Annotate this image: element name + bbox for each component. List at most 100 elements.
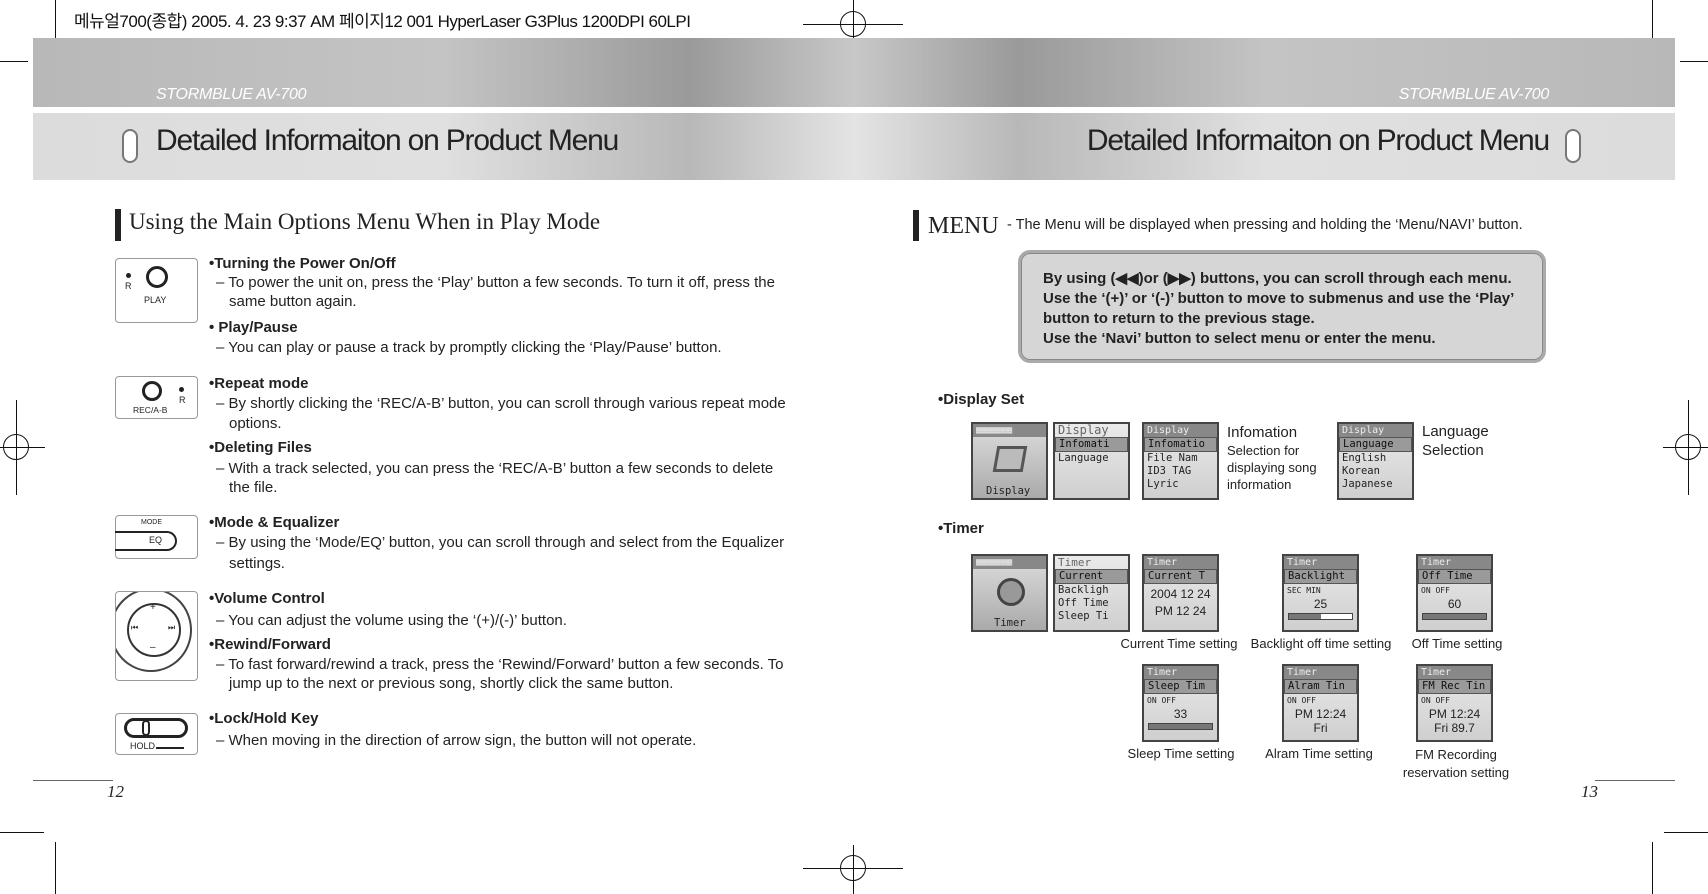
page-number-left: 12 (107, 782, 124, 801)
lcd-row: Backligh (1058, 584, 1109, 596)
lcd-value: PM 12:24 (1428, 707, 1481, 721)
lcd-row: Sleep Tim (1144, 679, 1217, 694)
lcd-title: Display (1144, 424, 1217, 437)
item-title: •Turning the Power On/Off (209, 255, 396, 272)
crop-mark (1663, 447, 1708, 448)
item-title: • Play/Pause (209, 319, 298, 336)
lcd-screen-backlight: Timer Backlight SEC MIN 25 (1282, 554, 1359, 632)
dot-icon (126, 273, 131, 278)
rec-label: REC/A-B (133, 405, 168, 415)
lcd-row: Infomati (1055, 437, 1128, 452)
lcd-screen-timer-menu: Timer Current Backligh Off Time Sleep Ti (1053, 554, 1130, 632)
section-bar (913, 210, 919, 241)
lcd-title: Timer (1144, 666, 1217, 679)
backlight-level-fill (1289, 614, 1321, 619)
menu-description: - The Menu will be displayed when pressi… (1007, 217, 1523, 233)
eq-slider-icon (115, 531, 177, 551)
lcd-row: File Nam (1147, 452, 1198, 464)
section-bar (115, 209, 121, 241)
lcd-value: 33 (1173, 707, 1188, 721)
section-title: Using the Main Options Menu When in Play… (129, 209, 601, 234)
lcd-status-bar: ▦▦▦▦▦▦ (973, 556, 1046, 569)
lcd-row: Off Time (1418, 569, 1491, 584)
lcd-row: Korean (1342, 465, 1380, 477)
item-desc: – To power the unit on, press the ‘Play’… (216, 274, 775, 291)
lcd-screen-display-icon: ▦▦▦▦▦▦ Display (971, 422, 1048, 500)
item-desc: – When moving in the direction of arrow … (216, 732, 697, 749)
volume-wheel-icon: + – ⏮ ⏭ (115, 591, 198, 681)
backlight-level-bar (1288, 613, 1353, 620)
lcd-screen-information: Display Infomatio File Nam ID3 TAG Lyric (1142, 422, 1219, 500)
lcd-row: Lyric (1147, 478, 1179, 490)
desc-line: When moving in the direction of arrow si… (228, 732, 697, 749)
play-button-icon: R PLAY (115, 258, 198, 323)
item-title: •Repeat mode (209, 375, 309, 392)
pill-icon (1565, 129, 1581, 163)
crop-mark (1688, 400, 1689, 495)
display-set-heading: •Display Set (938, 391, 1025, 408)
rewind-icon: ⏮ (131, 623, 139, 632)
desc-line: With a track selected, you can press the… (228, 460, 774, 477)
crop-mark (55, 842, 56, 894)
caption-off-time: Off Time setting (1411, 636, 1503, 651)
lcd-row: Current T (1144, 569, 1217, 584)
heading-text: Timer (943, 520, 984, 537)
item-desc: – By shortly clicking the ‘REC/A-B’ butt… (216, 395, 786, 412)
lcd-screen-display-menu: Display Infomati Language (1053, 422, 1130, 500)
arrow-icon (156, 747, 184, 749)
lcd-row: SEC MIN (1287, 586, 1321, 595)
mode-label: MODE (141, 519, 162, 526)
lcd-value: Fri (1313, 721, 1328, 735)
lcd-title: Timer (1418, 556, 1491, 569)
mode-eq-button-icon: MODE EQ (115, 515, 198, 559)
crop-mark (1652, 842, 1653, 894)
item-title: •Deleting Files (209, 439, 312, 456)
plus-icon: + (150, 602, 156, 613)
item-title: •Mode & Equalizer (209, 514, 340, 531)
brand-right: STORMBLUE AV-700 (1398, 86, 1550, 103)
item-desc: – By using the ‘Mode/EQ’ button, you can… (216, 534, 785, 551)
lcd-row: ON OFF (1147, 696, 1176, 705)
lcd-row: Alram Tin (1284, 679, 1357, 694)
item-title: •Volume Control (209, 590, 325, 607)
item-desc: – With a track selected, you can press t… (216, 460, 774, 477)
item-title-text: Rewind/Forward (214, 636, 331, 653)
print-header: 메뉴얼700(종합) 2005. 4. 23 9:37 AM 페이지12 001… (74, 12, 691, 31)
item-title-text: Turning the Power On/Off (214, 255, 396, 272)
lcd-row: Timer (994, 617, 1026, 629)
caption-backlight: Backlight off time setting (1250, 636, 1392, 651)
hold-switch-icon: HOLD (115, 713, 198, 755)
rec-button-icon: R REC/A-B (115, 376, 198, 419)
lcd-row: English (1342, 452, 1387, 464)
button-circle-icon (146, 266, 168, 288)
caption-line: Selection for (1227, 443, 1300, 458)
caption-sleep-time: Sleep Time setting (1127, 746, 1235, 761)
item-desc: settings. (229, 555, 285, 572)
crop-mark (0, 832, 44, 833)
item-desc: – To fast forward/rewind a track, press … (216, 656, 784, 673)
page-title-left: Detailed Informaiton on Product Menu (156, 124, 619, 157)
desc-line: By shortly clicking the ‘REC/A-B’ button… (228, 395, 786, 412)
lcd-screen-off-time: Timer Off Time ON OFF 60 (1416, 554, 1493, 632)
lcd-row: ON OFF (1421, 586, 1450, 595)
lcd-row: ID3 TAG (1147, 465, 1192, 477)
page-title-right: Detailed Informaiton on Product Menu (1086, 124, 1550, 157)
brand-left: STORMBLUE AV-700 (156, 86, 307, 103)
lcd-value: PM 12:24 (1294, 707, 1347, 721)
dot-label: R (179, 395, 186, 405)
caption-line: Language (1422, 423, 1489, 440)
menu-heading: MENU (928, 213, 999, 239)
lcd-row: ON OFF (1287, 696, 1316, 705)
minus-icon: – (150, 642, 156, 653)
lcd-row: Infomatio (1144, 437, 1217, 452)
crop-mark (1664, 832, 1708, 833)
lcd-title: Timer (1058, 556, 1092, 569)
item-title: •Rewind/Forward (209, 636, 331, 653)
hold-slider-icon (124, 718, 188, 738)
caption-fm-recording: FM Recording reservation setting (1402, 747, 1510, 780)
page-number-right: 13 (1581, 782, 1598, 801)
crop-mark (0, 447, 45, 448)
pill-icon (122, 129, 138, 163)
item-title-text: Volume Control (214, 590, 325, 607)
lcd-title: Display (1058, 423, 1109, 437)
